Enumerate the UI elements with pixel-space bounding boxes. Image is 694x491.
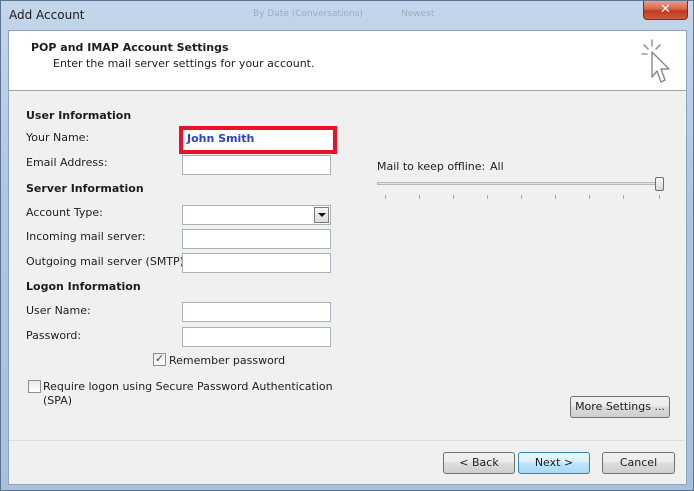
cancel-button[interactable]: Cancel (602, 452, 675, 474)
slider-tick (521, 195, 522, 199)
password-label: Password: (26, 329, 82, 342)
cursor-sparkle-icon (641, 39, 670, 83)
add-account-window: Add Account By Date (Conversations) Newe… (0, 0, 694, 491)
slider-tick (659, 195, 660, 199)
chevron-down-icon[interactable] (314, 207, 329, 223)
header-subtitle: Enter the mail server settings for your … (53, 57, 315, 70)
mail-offline-value: All (490, 160, 504, 173)
close-button[interactable]: ✕ (643, 1, 688, 20)
email-address-label: Email Address: (26, 156, 108, 169)
slider-tick (555, 195, 556, 199)
user-name-label: User Name: (26, 304, 91, 317)
background-order-text: Newest (401, 9, 435, 19)
your-name-value: John Smith (187, 132, 255, 145)
title-bar[interactable]: Add Account By Date (Conversations) Newe… (1, 1, 693, 29)
close-icon: ✕ (660, 2, 671, 17)
logon-information-heading: Logon Information (26, 280, 141, 293)
remember-password-label[interactable]: Remember password (169, 354, 285, 367)
slider-tick (385, 195, 386, 199)
window-title: Add Account (9, 8, 85, 22)
background-sort-text: By Date (Conversations) (253, 9, 363, 19)
outgoing-mail-server-label: Outgoing mail server (SMTP): (26, 255, 188, 268)
remember-password-checkbox[interactable]: ✓ (153, 352, 166, 366)
incoming-mail-server-label: Incoming mail server: (26, 230, 146, 243)
require-spa-checkbox[interactable] (28, 380, 41, 393)
back-button[interactable]: < Back (443, 452, 515, 474)
account-type-label: Account Type: (26, 206, 103, 219)
password-input[interactable] (182, 327, 331, 347)
mail-offline-slider-thumb[interactable] (655, 177, 664, 191)
next-button[interactable]: Next > (518, 452, 590, 474)
mail-offline-slider-track[interactable] (377, 182, 661, 185)
dialog-header: POP and IMAP Account Settings Enter the … (9, 31, 686, 91)
outgoing-mail-server-input[interactable] (182, 253, 331, 273)
slider-tick (453, 195, 454, 199)
your-name-field[interactable]: John Smith (179, 126, 337, 154)
slider-tick (487, 195, 488, 199)
account-type-select[interactable] (182, 205, 331, 225)
slider-tick (589, 195, 590, 199)
header-title: POP and IMAP Account Settings (31, 41, 229, 54)
your-name-label: Your Name: (26, 131, 90, 144)
email-address-input[interactable] (182, 155, 331, 175)
more-settings-button[interactable]: More Settings ... (570, 396, 670, 418)
server-information-heading: Server Information (26, 182, 144, 195)
require-spa-label[interactable]: Require logon using Secure Password Auth… (43, 380, 333, 393)
checkmark-icon: ✓ (154, 352, 165, 365)
slider-tick (419, 195, 420, 199)
user-information-heading: User Information (26, 109, 132, 122)
mail-offline-label: Mail to keep offline: (377, 160, 486, 173)
require-spa-label-continued[interactable]: (SPA) (43, 394, 72, 407)
footer-divider (9, 440, 685, 441)
incoming-mail-server-input[interactable] (182, 229, 331, 249)
slider-tick (623, 195, 624, 199)
user-name-input[interactable] (182, 302, 331, 322)
